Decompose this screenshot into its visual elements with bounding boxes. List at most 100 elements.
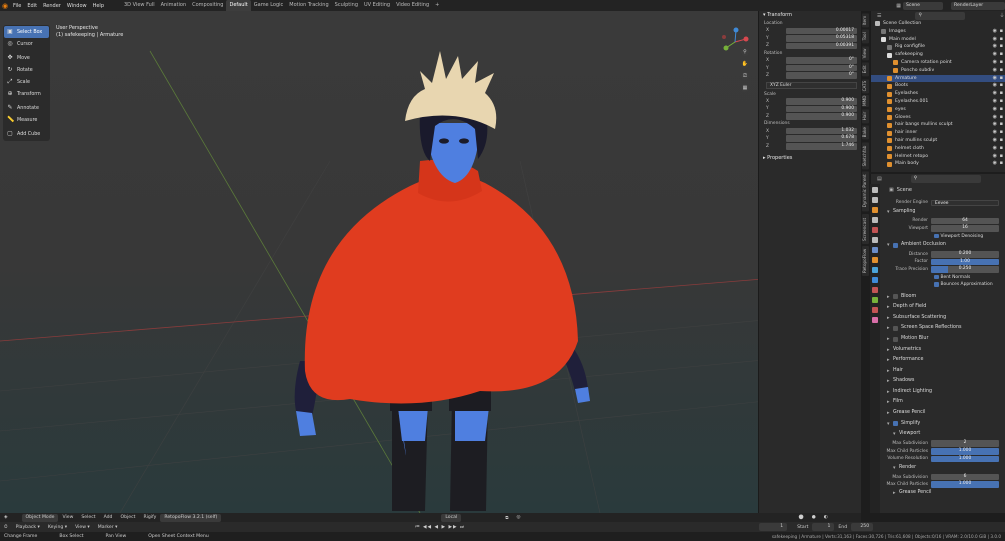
playback-controls[interactable]: ⏮ ◀◀ ◀ ▶ ▶▶ ⏭ <box>411 524 469 530</box>
render-camera-icon[interactable]: ▪ <box>1000 129 1003 137</box>
properties-tab-icon[interactable] <box>872 297 878 303</box>
tool-add-cube[interactable]: ▢ Add Cube <box>4 128 49 140</box>
shadows-section[interactable]: ▸ Shadows <box>871 376 1005 387</box>
tool-select-box[interactable]: ▣ Select Box <box>4 26 49 38</box>
outliner-item[interactable]: eyes ◉ ▪ <box>871 106 1005 114</box>
tool-rotate[interactable]: ↻ Rotate <box>4 64 49 76</box>
outliner-item[interactable]: Armature ◉ ▪ <box>871 74 1005 83</box>
ao-distance-field[interactable]: 0.200 <box>931 251 999 258</box>
outliner-item[interactable]: Main body ◉ ▪ <box>871 160 1005 168</box>
visibility-eye-icon[interactable]: ◉ <box>993 114 997 122</box>
outliner-search[interactable]: ⚲ <box>915 11 966 20</box>
max-subdiv-r-field[interactable]: 6 <box>931 473 999 481</box>
ao-factor-field[interactable]: 1.00 <box>931 258 999 266</box>
transform-orientation[interactable]: Local <box>441 513 462 522</box>
location-x-field[interactable]: 0.00017 <box>786 27 857 35</box>
vp-menu-object[interactable]: Object <box>116 515 139 520</box>
blender-logo-icon[interactable]: ◉ <box>0 2 10 10</box>
sidebar-tab-dynamic-parent[interactable]: Dynamic Parent <box>862 171 869 212</box>
rotation-z-field[interactable]: 0° <box>786 72 857 80</box>
bent-normals-checkbox[interactable]: Bent Normals <box>871 273 1005 281</box>
editor-type-icon[interactable]: ◈ <box>0 515 12 520</box>
visibility-eye-icon[interactable]: ◉ <box>993 82 997 90</box>
visibility-eye-icon[interactable]: ◉ <box>993 145 997 153</box>
menu-window[interactable]: Window <box>64 3 90 9</box>
render-camera-icon[interactable]: ▪ <box>1000 114 1003 122</box>
sidebar-tab-hair[interactable]: Hair <box>862 109 869 124</box>
tool-measure[interactable]: 📏 Measure <box>4 114 49 126</box>
viewport-samples-field[interactable]: 16 <box>931 225 999 232</box>
end-frame-field[interactable]: 250 <box>851 523 874 531</box>
render-samples-field[interactable]: 64 <box>931 217 999 225</box>
render-camera-icon[interactable]: ▪ <box>1000 59 1003 67</box>
properties-tab-icon[interactable] <box>872 227 878 233</box>
tab-motion-tracking[interactable]: Motion Tracking <box>286 0 331 11</box>
timeline-menu-marker[interactable]: Marker ▾ <box>94 525 122 530</box>
transform-header[interactable]: ▾ Transform <box>759 11 861 20</box>
motion-blur-section[interactable]: ▸ Motion Blur <box>871 334 1005 345</box>
tool-annotate[interactable]: ✎ Annotate <box>4 102 49 114</box>
render-camera-icon[interactable]: ▪ <box>1000 36 1003 44</box>
shading-solid-icon[interactable]: ● <box>808 515 820 520</box>
outliner-item[interactable]: hair mullins sculpt ◉ ▪ <box>871 137 1005 145</box>
properties-search[interactable]: ⚲ <box>910 175 981 183</box>
sidebar-tab-cats[interactable]: CATS <box>862 78 869 93</box>
overlay-icon[interactable]: ⬤ <box>795 515 808 520</box>
tab-compositing[interactable]: Compositing <box>189 0 226 11</box>
outliner-item[interactable]: Scene Collection <box>871 20 1005 28</box>
rotation-y-field[interactable]: 0° <box>786 64 857 72</box>
viewport-denoising-checkbox[interactable]: Viewport Denoising <box>871 232 1005 240</box>
film-section[interactable]: ▸ Film <box>871 397 1005 408</box>
properties-tab-icon[interactable] <box>872 247 878 253</box>
timeline-menu-view[interactable]: View ▾ <box>71 525 94 530</box>
render-camera-icon[interactable]: ▪ <box>1000 121 1003 129</box>
vp-menu-add[interactable]: Add <box>100 515 117 520</box>
timeline-menu-keying[interactable]: Keying ▾ <box>44 525 71 530</box>
outliner-item[interactable]: Rig configfile ◉ ▪ <box>871 43 1005 51</box>
tool-cursor[interactable]: ◎ Cursor <box>4 38 49 50</box>
snap-icon[interactable]: ⧉ <box>501 515 512 521</box>
menu-help[interactable]: Help <box>90 3 107 9</box>
properties-tab-icon[interactable] <box>872 307 878 313</box>
sidebar-tab-sketchfab[interactable]: Sketchfab <box>862 141 869 170</box>
scale-z-field[interactable]: 0.900 <box>786 113 857 120</box>
outliner-item[interactable]: Eyelashes ◉ ▪ <box>871 90 1005 98</box>
zoom-icon[interactable]: ⚲ <box>741 48 749 56</box>
outliner-item[interactable]: Boots ◉ ▪ <box>871 82 1005 90</box>
tab-3d-view-full[interactable]: 3D View Full <box>121 0 158 11</box>
section-checkbox[interactable] <box>893 294 898 300</box>
visibility-eye-icon[interactable]: ◉ <box>993 106 997 114</box>
vp-menu-view[interactable]: View <box>58 515 77 520</box>
tool-move[interactable]: ✥ Move <box>4 52 49 64</box>
hair-section[interactable]: ▸ Hair <box>871 366 1005 377</box>
render-camera-icon[interactable]: ▪ <box>1000 43 1003 51</box>
timeline-editor-icon[interactable]: ⏱ <box>0 524 12 530</box>
pan-hand-icon[interactable]: ✋ <box>741 60 749 68</box>
scale-y-field[interactable]: 0.900 <box>786 105 857 113</box>
bloom-section[interactable]: ▸ Bloom <box>871 292 1005 303</box>
volume-res-field[interactable]: 1.000 <box>931 455 999 463</box>
render-camera-icon[interactable]: ▪ <box>1000 75 1003 83</box>
scale-x-field[interactable]: 0.900 <box>786 98 857 105</box>
location-z-field[interactable]: 0.00391 <box>786 42 857 50</box>
ambient-occlusion-section[interactable]: ▾ Ambient Occlusion <box>871 240 1005 251</box>
simplify-section[interactable]: ▾ Simplify <box>871 419 1005 430</box>
sidebar-tab-item[interactable]: Item <box>862 13 869 28</box>
max-child-vp-field[interactable]: 1.000 <box>931 447 999 455</box>
visibility-eye-icon[interactable]: ◉ <box>993 98 997 106</box>
3d-viewport[interactable]: ▣ Select Box ◎ Cursor ✥ Move ↻ Rotate ⤢ Scale ⊕ Tra… <box>0 11 861 513</box>
visibility-eye-icon[interactable]: ◉ <box>993 121 997 129</box>
outliner-item[interactable]: Camera rotation point ◉ ▪ <box>871 59 1005 67</box>
vp-menu-rigify[interactable]: Rigify <box>139 515 160 520</box>
visibility-eye-icon[interactable]: ◉ <box>993 67 997 75</box>
outliner-icon[interactable]: ☰ <box>877 13 881 19</box>
outliner-item[interactable]: Main model ◉ ▪ <box>871 36 1005 44</box>
tab-game-logic[interactable]: Game Logic <box>251 0 287 11</box>
outliner-item[interactable]: Eyelashes.001 ◉ ▪ <box>871 98 1005 106</box>
menu-file[interactable]: File <box>10 3 24 9</box>
current-frame-field[interactable]: 1 <box>759 523 788 531</box>
outliner-item[interactable]: Poncho subdiv ◉ ▪ <box>871 67 1005 75</box>
screen-space-reflections-section[interactable]: ▸ Screen Space Reflections <box>871 323 1005 334</box>
outliner-item[interactable]: hair bangs mullins sculpt ◉ ▪ <box>871 121 1005 129</box>
properties-tab-icon[interactable] <box>872 217 878 223</box>
